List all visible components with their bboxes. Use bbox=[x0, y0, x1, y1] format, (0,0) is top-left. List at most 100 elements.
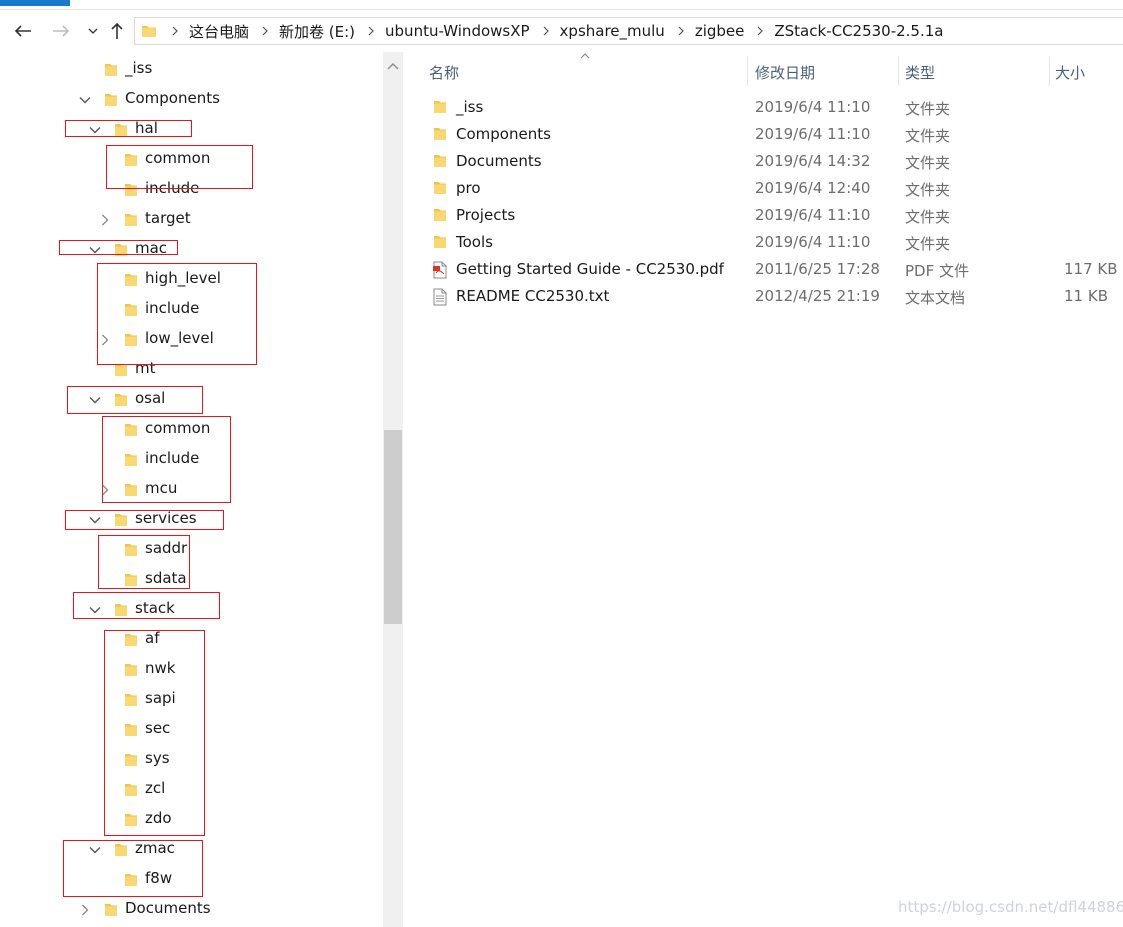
column-header-type-label: 类型 bbox=[905, 64, 936, 82]
file-type: 文件夹 bbox=[905, 154, 951, 172]
file-row[interactable]: Projects 2019/6/4 11:10 文件夹 bbox=[404, 203, 1123, 230]
address-field[interactable]: 这台电脑 新加卷 (E:) ubuntu-WindowsXP xpshare_m… bbox=[134, 17, 1123, 45]
column-header-name-label: 名称 bbox=[429, 64, 460, 82]
annotation-box-services bbox=[65, 510, 224, 530]
watermark: https://blog.csdn.net/dfl448866 bbox=[898, 898, 1123, 916]
column-header-size-label: 大小 bbox=[1055, 64, 1086, 82]
breadcrumb-zigbee[interactable]: zigbee bbox=[695, 22, 745, 40]
arrow-left-icon bbox=[14, 25, 31, 37]
file-date: 2019/6/4 11:10 bbox=[755, 98, 871, 116]
navigation-bar: 这台电脑 新加卷 (E:) ubuntu-WindowsXP xpshare_m… bbox=[0, 12, 1123, 50]
file-name: _iss bbox=[456, 98, 484, 116]
file-name: Components bbox=[456, 125, 551, 143]
file-name: Getting Started Guide - CC2530.pdf bbox=[456, 260, 724, 278]
chevron-right-icon[interactable] bbox=[171, 26, 179, 36]
navigation-pane-scrollbar[interactable] bbox=[383, 52, 403, 927]
folder-icon bbox=[432, 207, 448, 225]
breadcrumb-ubuntu-windowsxp[interactable]: ubuntu-WindowsXP bbox=[385, 22, 530, 40]
annotation-box-mac bbox=[59, 240, 178, 255]
folder-icon bbox=[103, 92, 119, 108]
arrow-up-icon bbox=[111, 22, 123, 39]
file-type: 文件夹 bbox=[905, 181, 951, 199]
breadcrumb-this-pc[interactable]: 这台电脑 bbox=[189, 21, 249, 42]
sort-ascending-icon bbox=[580, 53, 590, 59]
annotation-box-osal-children bbox=[102, 416, 231, 503]
annotation-box-zmac bbox=[63, 840, 203, 897]
file-date: 2012/4/25 21:19 bbox=[755, 287, 880, 305]
file-date: 2019/6/4 11:10 bbox=[755, 125, 871, 143]
column-header-date-label: 修改日期 bbox=[755, 64, 816, 82]
ribbon-tab-accent[interactable] bbox=[0, 0, 70, 6]
file-size: 11 KB bbox=[1064, 287, 1108, 305]
folder-icon bbox=[123, 212, 139, 228]
annotation-box-hal bbox=[65, 120, 192, 137]
file-type: 文件夹 bbox=[905, 235, 951, 253]
tree-item[interactable]: mac bbox=[0, 235, 383, 265]
tree-item-label: Documents bbox=[125, 899, 211, 917]
file-name: README CC2530.txt bbox=[456, 287, 610, 305]
tree-item[interactable]: _iss bbox=[0, 55, 383, 85]
file-name: Documents bbox=[456, 152, 542, 170]
file-type: 文本文档 bbox=[905, 289, 966, 307]
folder-icon bbox=[432, 126, 448, 144]
chevron-right-icon[interactable] bbox=[367, 26, 375, 36]
text-file-icon bbox=[432, 288, 448, 306]
chevron-right-icon[interactable] bbox=[78, 903, 92, 917]
tree-item[interactable]: saddr bbox=[0, 535, 383, 565]
up-button[interactable] bbox=[106, 20, 128, 42]
file-type: 文件夹 bbox=[905, 100, 951, 118]
title-bar-strip bbox=[0, 0, 1123, 10]
breadcrumb-zstack[interactable]: ZStack-CC2530-2.5.1a bbox=[774, 22, 943, 40]
file-name: Tools bbox=[456, 233, 493, 251]
file-type: PDF 文件 bbox=[905, 262, 969, 280]
back-button[interactable] bbox=[12, 20, 34, 42]
column-header-size[interactable]: 大小 bbox=[1050, 52, 1123, 90]
file-type: 文件夹 bbox=[905, 127, 951, 145]
file-type: 文件夹 bbox=[905, 208, 951, 226]
tree-item[interactable]: Documents bbox=[0, 895, 383, 925]
chevron-right-icon[interactable] bbox=[756, 26, 764, 36]
file-row[interactable]: Getting Started Guide - CC2530.pdf 2011/6… bbox=[404, 257, 1123, 284]
tree-item-label: target bbox=[145, 209, 191, 227]
folder-icon bbox=[103, 62, 119, 78]
file-row[interactable]: pro 2019/6/4 12:40 文件夹 bbox=[404, 176, 1123, 203]
folder-icon bbox=[432, 153, 448, 171]
chevron-right-icon[interactable] bbox=[542, 26, 550, 36]
recent-locations-button[interactable] bbox=[82, 20, 104, 42]
file-date: 2019/6/4 12:40 bbox=[755, 179, 871, 197]
breadcrumb-xpshare-mulu[interactable]: xpshare_mulu bbox=[560, 22, 665, 40]
tree-item[interactable]: sdata bbox=[0, 565, 383, 595]
tree-item[interactable]: Components bbox=[0, 85, 383, 115]
annotation-box-services-children bbox=[98, 535, 190, 589]
column-header-date[interactable]: 修改日期 bbox=[748, 52, 898, 90]
file-name: pro bbox=[456, 179, 481, 197]
chevron-right-icon[interactable] bbox=[261, 26, 269, 36]
chevron-down-icon bbox=[88, 28, 98, 34]
chevron-right-icon[interactable] bbox=[677, 26, 685, 36]
file-row[interactable]: Tools 2019/6/4 11:10 文件夹 bbox=[404, 230, 1123, 257]
file-date: 2019/6/4 14:32 bbox=[755, 152, 871, 170]
tree-item[interactable]: target bbox=[0, 205, 383, 235]
file-date: 2019/6/4 11:10 bbox=[755, 233, 871, 251]
tree-item-label: _iss bbox=[125, 59, 153, 77]
file-row[interactable]: _iss 2019/6/4 11:10 文件夹 bbox=[404, 95, 1123, 122]
file-list: 名称 修改日期 类型 大小 _iss 2019/6/4 11:10 文件夹 Compo… bbox=[404, 52, 1123, 927]
folder-icon bbox=[432, 99, 448, 117]
annotation-box-stack bbox=[73, 592, 220, 619]
file-name: Projects bbox=[456, 206, 516, 224]
tree-item-label: Components bbox=[125, 89, 220, 107]
file-row[interactable]: README CC2530.txt 2012/4/25 21:19 文本文档 11 K… bbox=[404, 284, 1123, 311]
scroll-up-arrow-icon[interactable] bbox=[387, 56, 399, 74]
scrollbar-thumb[interactable] bbox=[384, 430, 402, 624]
column-header-name[interactable]: 名称 bbox=[404, 52, 747, 90]
file-row[interactable]: Components 2019/6/4 11:10 文件夹 bbox=[404, 122, 1123, 149]
file-row[interactable]: Documents 2019/6/4 14:32 文件夹 bbox=[404, 149, 1123, 176]
chevron-down-icon[interactable] bbox=[78, 93, 92, 107]
column-header-type[interactable]: 类型 bbox=[899, 52, 1049, 90]
forward-button[interactable] bbox=[50, 20, 72, 42]
file-size: 117 KB bbox=[1064, 260, 1118, 278]
chevron-right-icon[interactable] bbox=[98, 213, 112, 227]
folder-icon bbox=[103, 902, 119, 918]
breadcrumb-drive-e[interactable]: 新加卷 (E:) bbox=[279, 21, 355, 42]
annotation-box-osal bbox=[67, 386, 203, 414]
